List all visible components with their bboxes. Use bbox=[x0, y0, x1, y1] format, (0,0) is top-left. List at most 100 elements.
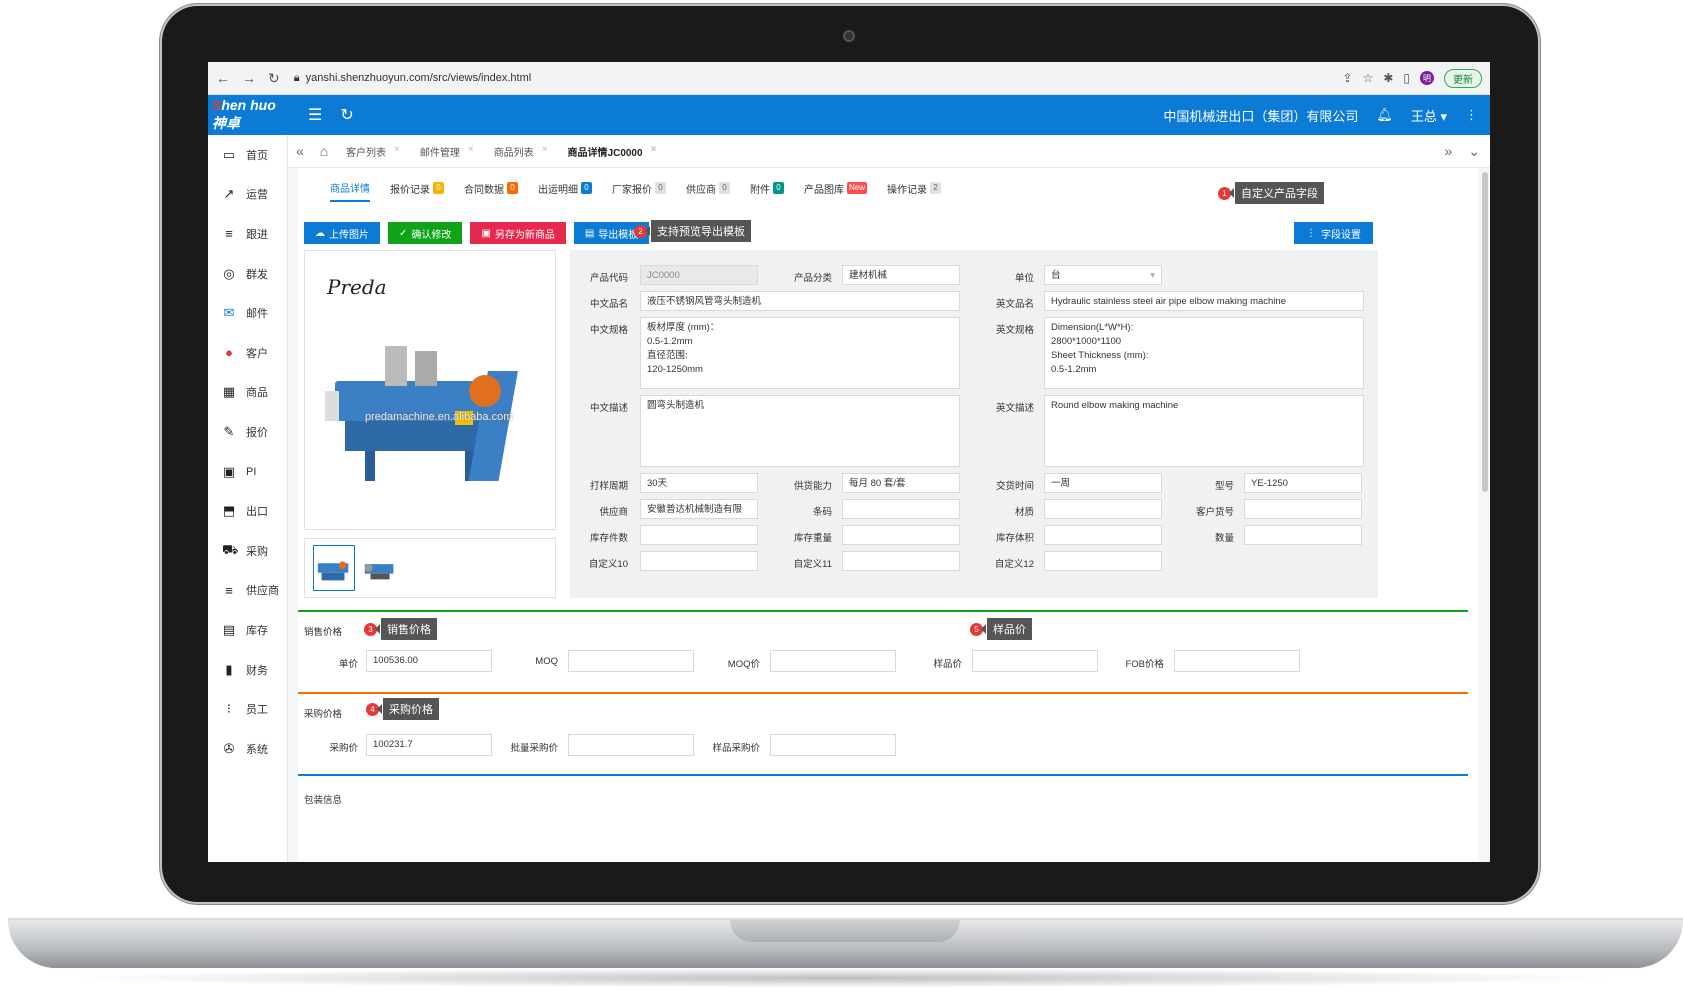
supplier-input[interactable]: 安徽普达机械制造有限公司 bbox=[640, 499, 758, 519]
sidebar-item-label: 采购 bbox=[246, 545, 268, 558]
confirm-edit-button[interactable]: ✓ 确认修改 bbox=[388, 222, 463, 244]
address-bar[interactable]: 🔒︎ yanshi.shenzhuoyun.com/src/views/inde… bbox=[294, 72, 531, 85]
sidebar-item[interactable]: ⛟ 采购 bbox=[208, 531, 287, 571]
unit-price-input[interactable]: 100536.00 bbox=[366, 650, 492, 672]
stock-volume-input[interactable] bbox=[1044, 525, 1162, 545]
sidebar-item[interactable]: ↗ 运营 bbox=[208, 175, 287, 215]
sidebar-item[interactable]: ⬒ 出口 bbox=[208, 491, 287, 531]
profile-avatar[interactable]: 明 bbox=[1420, 71, 1434, 85]
subtab[interactable]: 附件 0 bbox=[750, 174, 784, 202]
thumbnail-1[interactable] bbox=[313, 545, 355, 591]
star-icon[interactable]: ☆ bbox=[1363, 71, 1374, 85]
sidebar-item[interactable]: ✎ 报价 bbox=[208, 412, 287, 452]
en-name-input[interactable]: Hydraulic stainless steel air pipe elbow… bbox=[1044, 291, 1364, 311]
subtab[interactable]: 操作记录 2 bbox=[887, 174, 942, 202]
home-icon[interactable]: ⌂ bbox=[312, 143, 336, 159]
field-settings-button[interactable]: ⋮ 字段设置 bbox=[1294, 222, 1373, 244]
forward-icon[interactable]: → bbox=[242, 70, 256, 87]
subtab[interactable]: 合同数据 0 bbox=[464, 174, 518, 202]
user-menu[interactable]: 王总 ▾ bbox=[1411, 106, 1447, 125]
subtab[interactable]: 报价记录 0 bbox=[390, 174, 444, 202]
sidebar-item[interactable]: ▤ 库存 bbox=[208, 610, 287, 650]
subtab[interactable]: 供应商 0 bbox=[686, 174, 730, 202]
moq-input[interactable] bbox=[568, 650, 694, 672]
cn-name-input[interactable]: 液压不锈钢风管弯头制造机 bbox=[640, 291, 960, 311]
close-icon[interactable]: × bbox=[542, 144, 548, 159]
subtab[interactable]: 产品图库 New bbox=[804, 174, 868, 202]
en-name-label: 英文品名 bbox=[995, 299, 1034, 310]
sidebar-item[interactable]: ✇ 系统 bbox=[208, 729, 287, 769]
barcode-input[interactable] bbox=[842, 499, 960, 519]
extension-icon[interactable]: ✱ bbox=[1383, 71, 1393, 85]
unit-label: 单位 bbox=[1014, 273, 1034, 284]
count-badge: 0 bbox=[719, 182, 730, 194]
sidebar-item[interactable]: ◎ 群发 bbox=[208, 254, 287, 294]
sidebar-item[interactable]: ▮ 财务 bbox=[208, 650, 287, 690]
subtab[interactable]: 商品详情 bbox=[330, 174, 370, 202]
back-icon[interactable]: ← bbox=[216, 70, 230, 87]
product-image[interactable]: Preda predamachine.en.alibaba.com bbox=[304, 250, 556, 530]
subtab[interactable]: 出运明细 0 bbox=[538, 174, 592, 202]
material-input[interactable] bbox=[1044, 499, 1162, 519]
en-desc-textarea[interactable]: Round elbow making machine bbox=[1044, 395, 1364, 467]
bell-icon[interactable]: 🔔︎ bbox=[1376, 107, 1393, 123]
sidebar-item[interactable]: ● 客户 bbox=[208, 333, 287, 373]
purchase-price-input[interactable]: 100231.7 bbox=[366, 734, 492, 756]
chevron-down-icon[interactable]: ⌄ bbox=[1468, 143, 1480, 160]
subtab-label: 产品图库 bbox=[804, 184, 844, 196]
share-icon[interactable]: ⇪ bbox=[1343, 71, 1353, 85]
sample-purchase-input[interactable] bbox=[770, 734, 896, 756]
moq-price-input[interactable] bbox=[770, 650, 896, 672]
close-icon[interactable]: × bbox=[651, 144, 657, 159]
product-code-input[interactable]: JC0000 bbox=[640, 265, 758, 285]
sidebar-item[interactable]: ▣ PI bbox=[208, 452, 287, 492]
sidebar-item-label: 商品 bbox=[246, 387, 268, 400]
menu-icon[interactable]: ☰ bbox=[308, 105, 322, 125]
sample-cycle-input[interactable]: 30天 bbox=[640, 473, 758, 493]
qty-input[interactable] bbox=[1244, 525, 1362, 545]
sidebar-item[interactable]: ≡ 跟进 bbox=[208, 214, 287, 254]
purchase-price-label: 采购价 bbox=[329, 743, 358, 754]
subtab[interactable]: 厂家报价 0 bbox=[612, 174, 666, 202]
tab-customer-list[interactable]: 客户列表 × bbox=[336, 144, 410, 159]
close-icon[interactable]: × bbox=[394, 144, 400, 159]
fob-price-input[interactable] bbox=[1174, 650, 1300, 672]
cust-no-input[interactable] bbox=[1244, 499, 1362, 519]
stock-weight-input[interactable] bbox=[842, 525, 960, 545]
custom11-input[interactable] bbox=[842, 551, 960, 571]
sidepanel-icon[interactable]: ▯ bbox=[1403, 71, 1410, 85]
thumbnail-2[interactable] bbox=[361, 545, 403, 591]
unit-select[interactable]: 台 ▾ bbox=[1044, 265, 1162, 285]
tab-product-detail[interactable]: 商品详情JC0000 × bbox=[558, 144, 667, 159]
custom10-input[interactable] bbox=[640, 551, 758, 571]
cn-desc-textarea[interactable]: 圆弯头制造机 bbox=[640, 395, 960, 467]
tab-product-list[interactable]: 商品列表 × bbox=[484, 144, 558, 159]
tab-mail[interactable]: 邮件管理 × bbox=[410, 144, 484, 159]
update-button[interactable]: 更新 bbox=[1444, 68, 1482, 88]
reload-icon[interactable]: ↻ bbox=[268, 70, 280, 87]
tabs-right-icon[interactable]: » bbox=[1444, 143, 1452, 160]
en-spec-textarea[interactable]: Dimension(L*W*H): 2800*1000*1100 Sheet T… bbox=[1044, 317, 1364, 389]
bulk-price-input[interactable] bbox=[568, 734, 694, 756]
supplier-label: 供应商 bbox=[599, 507, 628, 518]
sidebar-item[interactable]: ≡ 供应商 bbox=[208, 571, 287, 611]
close-icon[interactable]: × bbox=[468, 144, 474, 159]
sample-price-input[interactable] bbox=[972, 650, 1098, 672]
upload-image-button[interactable]: ☁ 上传图片 bbox=[304, 222, 380, 244]
supply-input[interactable]: 每月 80 套/套 bbox=[842, 473, 960, 493]
delivery-input[interactable]: 一周 bbox=[1044, 473, 1162, 493]
cn-spec-textarea[interactable]: 板材厚度 (mm)： 0.5-1.2mm 直径范围: 120-1250mm bbox=[640, 317, 960, 389]
stock-count-input[interactable] bbox=[640, 525, 758, 545]
save-as-new-button[interactable]: ▣ 另存为新商品 bbox=[470, 222, 566, 244]
tabs-left-icon[interactable]: « bbox=[288, 143, 312, 159]
custom12-input[interactable] bbox=[1044, 551, 1162, 571]
sidebar-item[interactable]: ✉ 邮件 bbox=[208, 293, 287, 333]
sidebar-item[interactable]: ▭ 首页 bbox=[208, 135, 287, 175]
model-input[interactable]: YE-1250 bbox=[1244, 473, 1362, 493]
more-icon[interactable]: ⋮ bbox=[1465, 107, 1478, 123]
scrollbar[interactable] bbox=[1482, 172, 1488, 492]
sidebar-item[interactable]: ▦ 商品 bbox=[208, 373, 287, 413]
refresh-icon[interactable]: ↻ bbox=[340, 105, 353, 125]
category-input[interactable]: 建材机械 bbox=[842, 265, 960, 285]
sidebar-item[interactable]: ⁝ 员工 bbox=[208, 689, 287, 729]
